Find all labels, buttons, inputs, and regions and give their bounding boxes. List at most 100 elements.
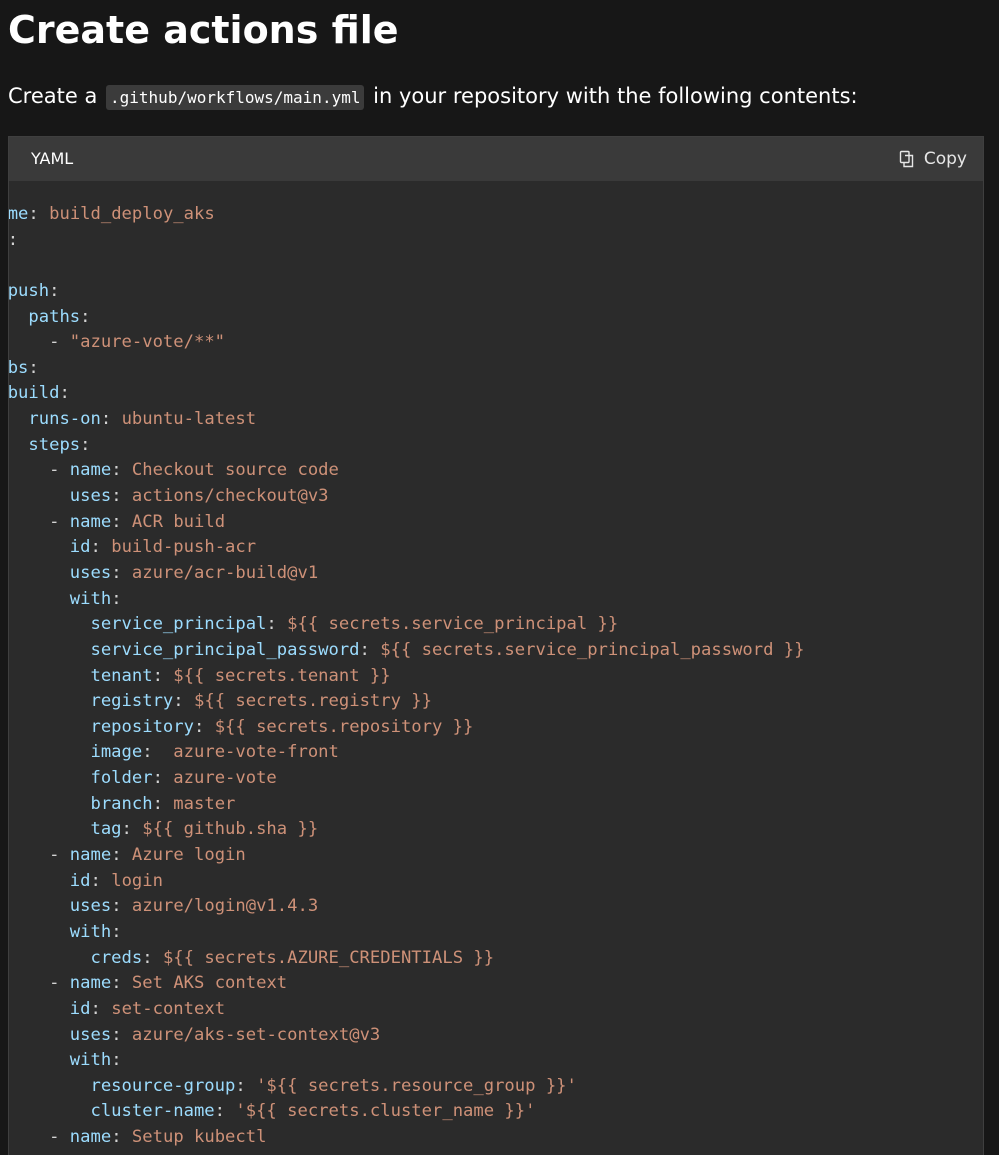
code-body[interactable]: name: build_deploy_akson: push: paths: -… xyxy=(9,181,983,1155)
code-line: creds: ${{ secrets.AZURE_CREDENTIALS }} xyxy=(9,946,805,972)
code-value: azure/acr-build@v1 xyxy=(131,562,319,583)
code-colon: : xyxy=(111,921,122,942)
code-line: - "azure-vote/**" xyxy=(9,330,805,356)
code-key: creds xyxy=(90,947,143,968)
code-key: id xyxy=(69,998,91,1019)
code-key: name xyxy=(69,973,112,994)
code-content: name: build_deploy_akson: push: paths: -… xyxy=(9,202,805,1155)
code-colon: : xyxy=(111,973,122,994)
code-key: id xyxy=(69,870,91,891)
code-key: branch xyxy=(90,793,153,814)
code-line: uses: azure/acr-build@v1 xyxy=(9,561,805,587)
code-colon: : xyxy=(111,1127,122,1148)
copy-button[interactable]: Copy xyxy=(898,145,967,173)
code-key: uses xyxy=(69,562,112,583)
code-line: tenant: ${{ secrets.tenant }} xyxy=(9,664,805,690)
code-colon: : xyxy=(28,204,39,224)
code-key: runs-on xyxy=(28,409,101,430)
code-dash: - xyxy=(49,460,70,481)
code-line: - name: ACR build xyxy=(9,510,805,536)
code-key: folder xyxy=(90,768,153,789)
code-colon: : xyxy=(359,639,370,660)
code-line: resource-group: '${{ secrets.resource_gr… xyxy=(9,1074,805,1100)
code-key: resource-group xyxy=(90,1075,236,1096)
code-colon: : xyxy=(80,306,91,327)
code-key: name xyxy=(69,1127,112,1148)
code-colon: : xyxy=(142,742,153,763)
code-colon: : xyxy=(142,947,153,968)
code-key: repository xyxy=(90,716,194,737)
code-colon: : xyxy=(111,896,122,917)
code-dash: - xyxy=(49,845,70,866)
code-value: login xyxy=(111,870,163,891)
code-line: - name: Setup kubectl xyxy=(9,1125,805,1151)
code-line: on: xyxy=(9,228,805,254)
page-title: Create actions file xyxy=(8,8,399,52)
code-colon: : xyxy=(111,845,122,866)
code-key: with xyxy=(69,921,112,942)
code-line: paths: xyxy=(9,305,805,331)
code-key: cluster-name xyxy=(90,1101,215,1122)
code-line: id: login xyxy=(9,869,805,895)
code-value: build-push-acr xyxy=(111,537,257,558)
code-dash: - xyxy=(49,332,70,353)
code-value: Azure login xyxy=(131,845,246,866)
code-colon: : xyxy=(152,665,163,686)
code-colon: : xyxy=(266,614,277,635)
code-line: uses: azure/login@v1.4.3 xyxy=(9,894,805,920)
code-value: Set AKS context xyxy=(131,973,288,994)
code-line: repository: ${{ secrets.repository }} xyxy=(9,715,805,741)
code-colon: : xyxy=(100,409,112,430)
intro-text-before: Create a xyxy=(8,84,98,108)
code-value: "azure-vote/**" xyxy=(69,332,226,353)
code-colon: : xyxy=(90,870,101,891)
code-dash: - xyxy=(49,973,70,994)
code-value: ${{ github.sha }} xyxy=(142,819,319,840)
copy-button-label: Copy xyxy=(923,149,967,169)
code-colon: : xyxy=(193,716,205,737)
code-key: name xyxy=(69,511,112,532)
code-colon: : xyxy=(121,819,132,840)
code-dash: - xyxy=(49,511,70,532)
code-key: paths xyxy=(28,306,81,327)
code-value: '${{ secrets.resource_group }}' xyxy=(256,1075,577,1096)
code-key: uses xyxy=(69,486,112,507)
code-language-label: YAML xyxy=(31,149,74,168)
code-line: name: build_deploy_aks xyxy=(9,202,805,228)
code-key: service_principal_password xyxy=(90,639,360,660)
code-key: uses xyxy=(69,1024,112,1045)
code-colon: : xyxy=(80,434,91,455)
code-line: id: set-context xyxy=(9,997,805,1023)
code-line: uses: azure/aks-set-context@v3 xyxy=(9,1023,805,1049)
code-value: '${{ secrets.cluster_name }}' xyxy=(235,1101,536,1122)
code-colon: : xyxy=(173,691,184,712)
code-colon: : xyxy=(49,280,60,301)
code-dash: - xyxy=(49,1127,70,1148)
code-line: image: azure-vote-front xyxy=(9,740,805,766)
code-colon: : xyxy=(111,1050,122,1071)
code-colon: : xyxy=(111,460,122,481)
code-line: folder: azure-vote xyxy=(9,766,805,792)
code-key: service_principal xyxy=(90,614,267,635)
code-colon: : xyxy=(59,383,70,404)
code-colon: : xyxy=(111,1024,122,1045)
code-line: build: xyxy=(9,381,805,407)
code-value: ${{ secrets.service_principal_password }… xyxy=(380,639,805,660)
code-key: name xyxy=(69,845,112,866)
